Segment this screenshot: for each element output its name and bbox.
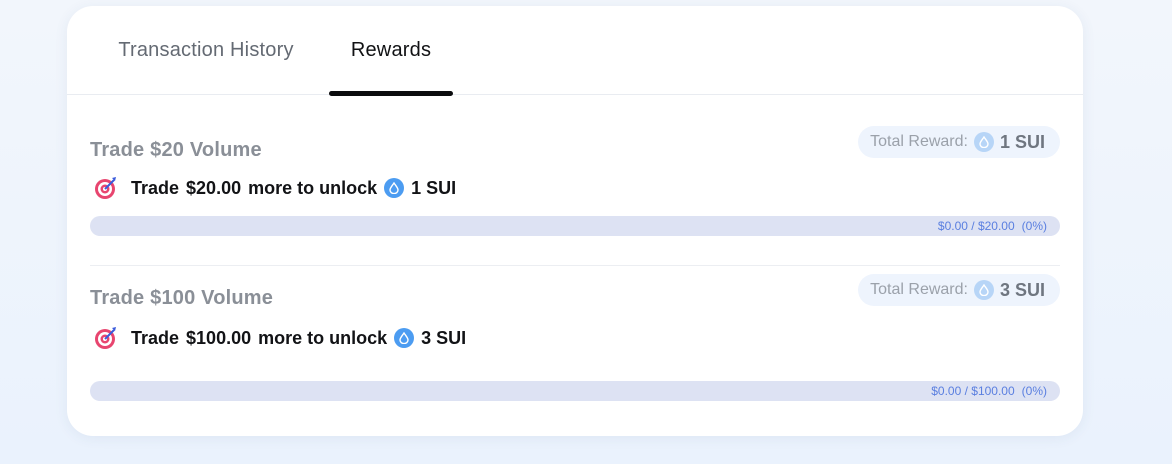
sui-coin-icon: [973, 132, 994, 152]
total-reward-label: Total Reward:: [870, 281, 968, 298]
unlock-requirement: Trade $20.00 more to unlock 1 SUI: [93, 175, 456, 201]
tab-rewards[interactable]: Rewards: [329, 6, 453, 95]
unlock-amount: $20.00: [186, 177, 242, 198]
total-reward-label: Total Reward:: [870, 133, 968, 150]
unlock-prefix: Trade: [131, 177, 180, 198]
progress-value: $0.00 / $100.00: [931, 384, 1015, 398]
progress-percent: (0%): [1021, 219, 1047, 233]
tab-bar: Transaction History Rewards: [67, 6, 1083, 96]
total-reward-amount: 3 SUI: [999, 279, 1045, 300]
divider: [90, 265, 1060, 266]
unlock-reward: 1 SUI: [411, 177, 457, 198]
reward-title: Trade $20 Volume: [90, 139, 262, 161]
progress-label: $0.00 / $20.00 (0%): [938, 219, 1047, 233]
unlock-requirement: Trade $100.00 more to unlock 3 SUI: [93, 325, 466, 351]
total-reward-badge: Total Reward: 3 SUI: [858, 274, 1060, 306]
tab-transaction-history[interactable]: Transaction History: [87, 6, 325, 95]
sui-coin-icon: [384, 178, 405, 198]
progress-label: $0.00 / $100.00 (0%): [931, 384, 1047, 398]
target-icon: [95, 177, 116, 199]
active-tab-indicator: [329, 91, 453, 96]
reward-title: Trade $100 Volume: [90, 287, 274, 309]
unlock-amount: $100.00: [186, 327, 252, 348]
sui-coin-icon: [973, 280, 994, 300]
unlock-middle: more to unlock: [248, 177, 378, 198]
progress-value: $0.00 / $20.00: [937, 219, 1015, 233]
unlock-prefix: Trade: [131, 327, 180, 348]
unlock-middle: more to unlock: [258, 327, 388, 348]
target-icon: [95, 327, 116, 349]
total-reward-badge: Total Reward: 1 SUI: [858, 126, 1060, 158]
total-reward-amount: 1 SUI: [999, 131, 1045, 152]
progress-bar: $0.00 / $100.00 (0%): [90, 381, 1060, 401]
rewards-card: Transaction History Rewards Trade $20 Vo…: [67, 6, 1083, 436]
sui-coin-icon: [394, 328, 415, 348]
unlock-reward: 3 SUI: [421, 327, 467, 348]
progress-percent: (0%): [1021, 384, 1047, 398]
progress-bar: $0.00 / $20.00 (0%): [90, 216, 1060, 236]
